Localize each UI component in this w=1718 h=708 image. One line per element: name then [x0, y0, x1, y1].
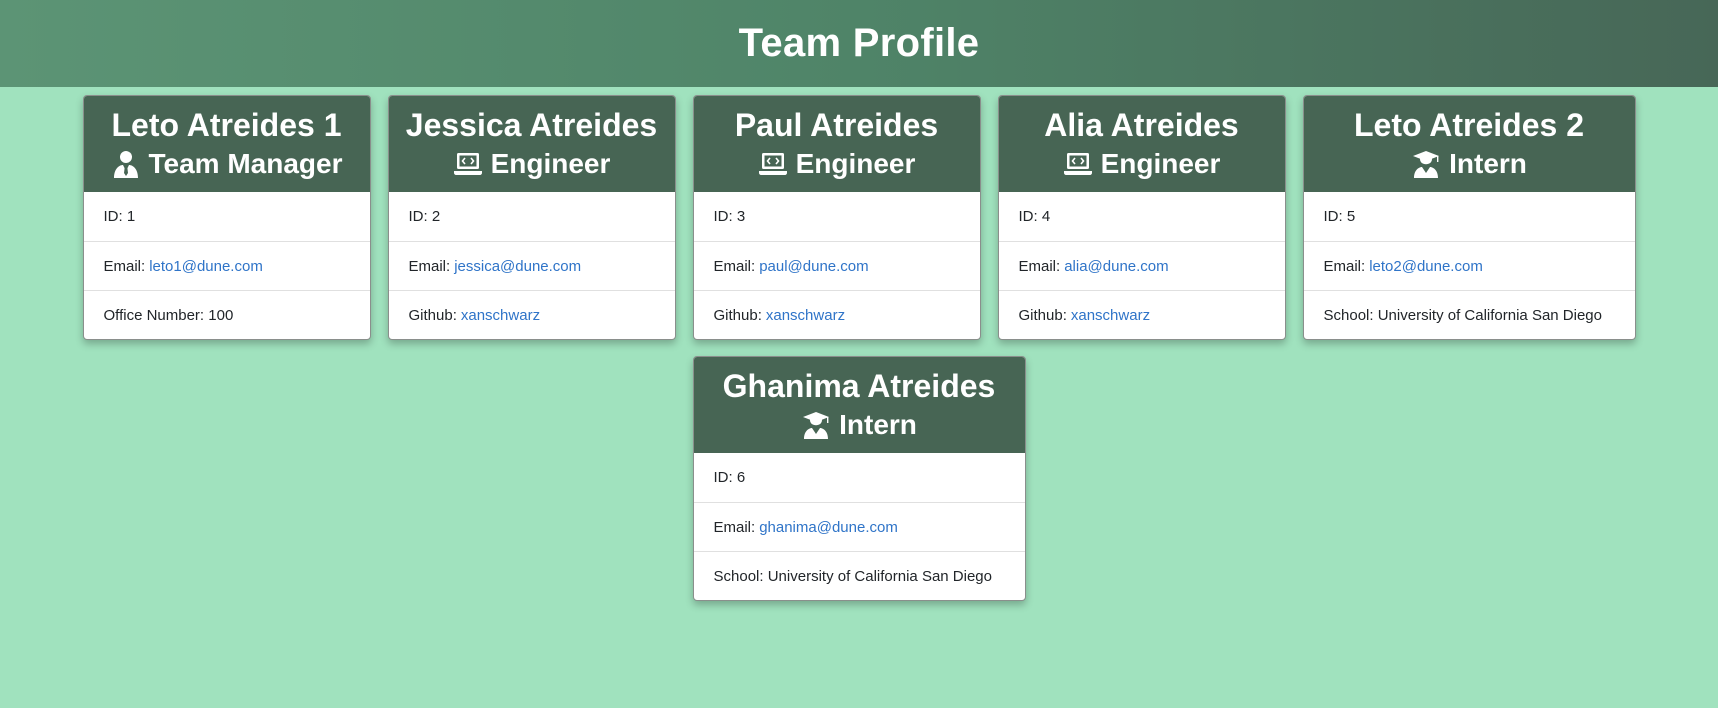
school-value: University of California San Diego: [767, 567, 992, 585]
employee-card: Jessica Atreides Engineer ID: 2 Email: je…: [387, 95, 676, 340]
email-link[interactable]: ghanima@dune.com: [759, 519, 898, 536]
school-label: School:: [1323, 306, 1374, 324]
email-link[interactable]: paul@dune.com: [759, 258, 868, 275]
employee-role: Team Manager: [111, 145, 343, 183]
employee-name: Leto Atreides 2: [1354, 107, 1584, 143]
id-value: 1: [126, 208, 136, 225]
card-body: ID: 2 Email: jessica@dune.com Github: xans…: [388, 192, 675, 339]
github-row: Github: xanschwarz: [998, 290, 1285, 339]
card-body: ID: 5 Email: leto2@dune.com School: Unive…: [1303, 192, 1635, 339]
employee-card: Leto Atreides 2 Intern ID: 5 Email: leto2…: [1302, 95, 1636, 340]
employee-name: Leto Atreides 1: [111, 107, 342, 143]
employee-role: Intern: [1411, 145, 1527, 183]
employee-role: Engineer: [453, 145, 611, 183]
email-link[interactable]: jessica@dune.com: [454, 258, 581, 275]
employee-name: Ghanima Atreides: [722, 368, 996, 404]
email-link[interactable]: alia@dune.com: [1064, 258, 1168, 275]
role-label: Intern: [1449, 148, 1527, 179]
role-label: Engineer: [795, 148, 916, 179]
id-label: ID:: [1323, 208, 1343, 225]
github-link[interactable]: xanschwarz: [461, 307, 540, 324]
id-value: 4: [1041, 208, 1051, 225]
id-value: 5: [1346, 208, 1356, 225]
email-row: Email: paul@dune.com: [693, 241, 980, 290]
role-label: Engineer: [1100, 148, 1221, 179]
github-label: Github:: [713, 306, 762, 324]
employee-name: Paul Atreides: [734, 107, 939, 143]
email-label: Email:: [713, 257, 756, 275]
id-label: ID:: [408, 208, 428, 225]
team-cards: Leto Atreides 1 Team Manager ID: 1 Email…: [0, 87, 1718, 601]
card-header: Leto Atreides 2 Intern: [1303, 96, 1635, 192]
school-row: School: University of California San Die…: [1303, 290, 1635, 339]
id-row: ID: 5: [1304, 192, 1635, 241]
id-value: 3: [736, 208, 746, 225]
employee-role: Engineer: [758, 145, 916, 183]
card-body: ID: 3 Email: paul@dune.com Github: xanschw…: [693, 192, 980, 339]
role-label: Intern: [839, 409, 917, 440]
email-row: Email: leto1@dune.com: [83, 241, 370, 290]
page-header: Team Profile: [0, 0, 1718, 87]
page-title: Team Profile: [738, 21, 980, 65]
id-label: ID:: [713, 208, 733, 225]
card-header: Alia Atreides Engineer: [998, 96, 1285, 192]
email-label: Email:: [408, 257, 451, 275]
office-label: Office Number:: [103, 306, 205, 324]
user-graduate-icon: [1411, 149, 1441, 179]
card-header: Ghanima Atreides Intern: [693, 357, 1025, 453]
card-header: Paul Atreides Engineer: [693, 96, 980, 192]
id-label: ID:: [713, 469, 733, 486]
card-header: Jessica Atreides Engineer: [388, 96, 675, 192]
employee-name: Jessica Atreides: [405, 107, 658, 143]
email-label: Email:: [713, 518, 756, 536]
school-label: School:: [713, 567, 764, 585]
user-tie-icon: [111, 149, 141, 179]
employee-card: Alia Atreides Engineer ID: 4 Email: alia@…: [997, 95, 1286, 340]
email-label: Email:: [103, 257, 146, 275]
user-graduate-icon: [801, 410, 831, 440]
office-value: 100: [208, 306, 234, 324]
email-row: Email: jessica@dune.com: [388, 241, 675, 290]
employee-card: Ghanima Atreides Intern ID: 6 Email: ghan…: [692, 356, 1026, 601]
school-row: School: University of California San Die…: [693, 551, 1025, 600]
id-label: ID:: [103, 208, 123, 225]
id-row: ID: 4: [999, 192, 1285, 241]
role-label: Engineer: [490, 148, 611, 179]
email-label: Email:: [1323, 257, 1366, 275]
github-row: Github: xanschwarz: [693, 290, 980, 339]
card-body: ID: 6 Email: ghanima@dune.com School: Uni…: [693, 453, 1025, 600]
github-link[interactable]: xanschwarz: [1071, 307, 1150, 324]
employee-card: Leto Atreides 1 Team Manager ID: 1 Email…: [82, 95, 371, 340]
id-label: ID:: [1018, 208, 1038, 225]
email-label: Email:: [1018, 257, 1061, 275]
email-row: Email: alia@dune.com: [998, 241, 1285, 290]
email-row: Email: ghanima@dune.com: [693, 502, 1025, 551]
id-value: 6: [736, 469, 746, 486]
laptop-code-icon: [1063, 149, 1093, 179]
employee-role: Intern: [801, 406, 917, 444]
card-body: ID: 1 Email: leto1@dune.com Office Number…: [83, 192, 370, 339]
github-row: Github: xanschwarz: [388, 290, 675, 339]
laptop-code-icon: [758, 149, 788, 179]
email-row: Email: leto2@dune.com: [1303, 241, 1635, 290]
github-label: Github:: [408, 306, 457, 324]
laptop-code-icon: [453, 149, 483, 179]
employee-role: Engineer: [1063, 145, 1221, 183]
github-link[interactable]: xanschwarz: [766, 307, 845, 324]
id-row: ID: 1: [84, 192, 370, 241]
role-label: Team Manager: [148, 148, 343, 179]
office-row: Office Number: 100: [83, 290, 370, 339]
card-header: Leto Atreides 1 Team Manager: [83, 96, 370, 192]
github-label: Github:: [1018, 306, 1067, 324]
email-link[interactable]: leto2@dune.com: [1369, 258, 1483, 275]
school-value: University of California San Diego: [1377, 306, 1602, 324]
employee-card: Paul Atreides Engineer ID: 3 Email: paul@…: [692, 95, 981, 340]
employee-name: Alia Atreides: [1044, 107, 1239, 143]
id-row: ID: 6: [694, 453, 1025, 502]
id-value: 2: [431, 208, 441, 225]
id-row: ID: 2: [389, 192, 675, 241]
id-row: ID: 3: [694, 192, 980, 241]
card-body: ID: 4 Email: alia@dune.com Github: xanschw…: [998, 192, 1285, 339]
email-link[interactable]: leto1@dune.com: [149, 258, 263, 275]
